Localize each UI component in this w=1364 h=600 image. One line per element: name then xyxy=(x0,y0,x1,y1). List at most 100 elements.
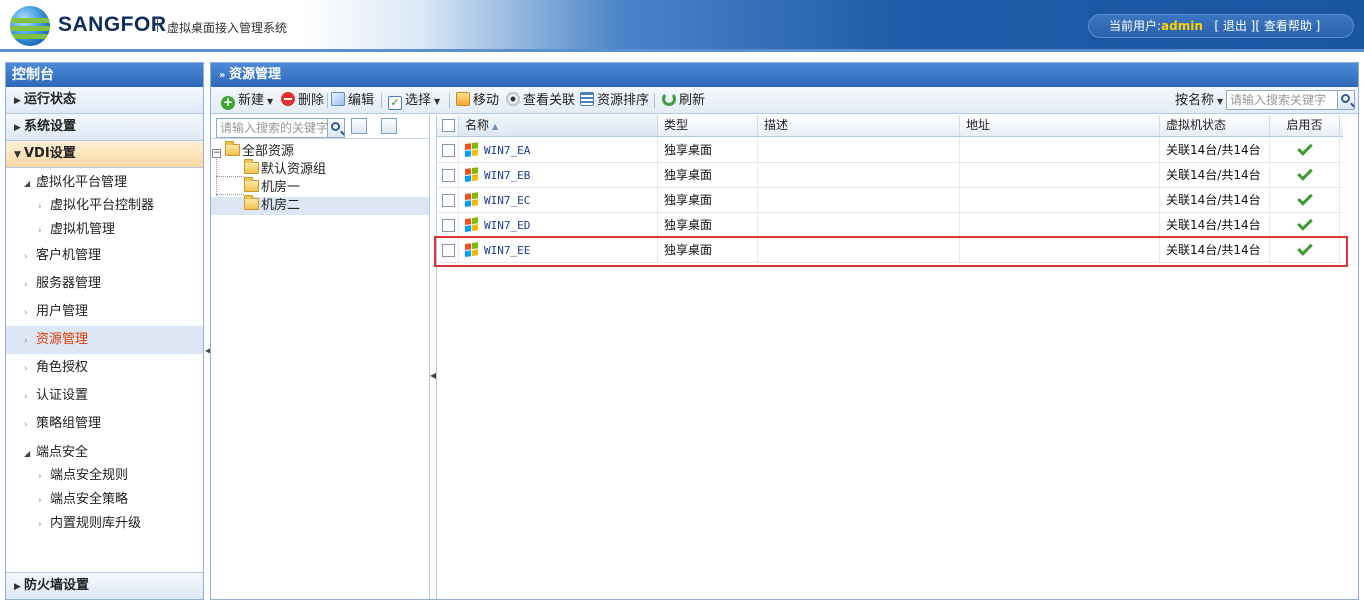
search-field-select[interactable]: 按名称 ▼ xyxy=(1175,92,1223,110)
expand-all-icon[interactable] xyxy=(351,118,367,134)
resource-search-input[interactable]: 请输入搜索关键字 xyxy=(1226,90,1338,110)
nav-builtin-rule-upgrade-label: 内置规则库升级 xyxy=(50,516,142,531)
edit-icon xyxy=(331,92,345,106)
resource-name[interactable]: WIN7_EB xyxy=(484,169,530,182)
nav-vdi-settings[interactable]: ▼ VDI设置 xyxy=(6,141,203,168)
view-association-button[interactable]: 查看关联 xyxy=(506,92,575,110)
column-header-vm-status[interactable]: 虚拟机状态 xyxy=(1160,115,1270,136)
cell-type: 独享桌面 xyxy=(658,163,758,187)
nav-role-auth[interactable]: › 角色授权 xyxy=(6,354,203,382)
expanded-arrow-icon: ◢ xyxy=(24,179,31,188)
column-header-address[interactable]: 地址 xyxy=(960,115,1160,136)
table-row[interactable]: WIN7_ED 独享桌面 关联14台/共14台 xyxy=(437,213,1343,238)
nav-vm-manage[interactable]: › 虚拟机管理 xyxy=(6,218,203,242)
column-header-description[interactable]: 描述 xyxy=(758,115,960,136)
nav-endpoint-policy[interactable]: › 端点安全策略 xyxy=(6,488,203,512)
table-row[interactable]: WIN7_EA 独享桌面 关联14台/共14台 xyxy=(437,138,1343,163)
table-row[interactable]: WIN7_EC 独享桌面 关联14台/共14台 xyxy=(437,188,1343,213)
nav-auth-settings[interactable]: › 认证设置 xyxy=(6,382,203,410)
column-header-name[interactable]: 名称 ▲ xyxy=(459,115,658,136)
dropdown-arrow-icon: ▼ xyxy=(267,97,274,106)
refresh-button[interactable]: 刷新 xyxy=(662,92,705,110)
app-header: SANGFOR 虚拟桌面接入管理系统 当前用户:admin [ 退出 ][ 查看… xyxy=(0,0,1364,52)
plus-icon: + xyxy=(221,95,235,110)
cell-type: 独享桌面 xyxy=(658,188,758,212)
nav-policy-group[interactable]: › 策略组管理 xyxy=(6,410,203,438)
cell-enabled xyxy=(1270,163,1340,187)
sort-ascending-icon: ▲ xyxy=(492,122,499,131)
grid-header: 名称 ▲ 类型 描述 地址 虚拟机状态 启用否 xyxy=(437,115,1343,137)
view-association-label: 查看关联 xyxy=(523,93,576,108)
column-header-type[interactable]: 类型 xyxy=(658,115,758,136)
row-checkbox[interactable] xyxy=(442,169,455,182)
tree-node-room-2[interactable]: 机房二 xyxy=(211,195,429,215)
delete-button[interactable]: 删除 xyxy=(281,92,324,110)
new-button[interactable]: + 新建 ▼ xyxy=(221,92,273,110)
caret-right-icon: ▶ xyxy=(14,123,21,133)
nav-builtin-rule-upgrade[interactable]: › 内置规则库升级 xyxy=(6,512,203,536)
cell-description xyxy=(758,138,960,162)
resource-name[interactable]: WIN7_EA xyxy=(484,144,530,157)
edit-button[interactable]: 编辑 xyxy=(331,92,374,110)
nav-firewall-settings-label: 防火墙设置 xyxy=(24,578,90,593)
row-select-cell xyxy=(437,188,459,212)
dropdown-arrow-icon: ▼ xyxy=(434,97,441,106)
select-all-checkbox[interactable] xyxy=(442,119,455,132)
resource-name[interactable]: WIN7_ED xyxy=(484,219,530,232)
cell-name: WIN7_EC xyxy=(459,188,658,212)
nav-run-status[interactable]: ▶ 运行状态 xyxy=(6,87,203,114)
nav-firewall-settings[interactable]: ▶ 防火墙设置 xyxy=(6,572,203,599)
row-checkbox[interactable] xyxy=(442,219,455,232)
folder-icon xyxy=(244,159,259,174)
folder-icon xyxy=(244,177,259,192)
delete-button-label: 删除 xyxy=(298,93,325,108)
cell-vm-status: 关联14台/共14台 xyxy=(1160,163,1270,187)
tree-node-all-resources[interactable]: − 全部资源 xyxy=(212,141,294,161)
main-panel: » 资源管理 + 新建 ▼ 删除 编辑 ✓ 选择 ▼ 移动 查看关联 资源排序 刷新 按… xyxy=(210,62,1359,600)
chevron-right-icon: › xyxy=(38,202,42,212)
windows-logo-icon xyxy=(465,142,480,158)
cell-name: WIN7_EA xyxy=(459,138,658,162)
collapse-minus-icon[interactable]: − xyxy=(212,149,221,158)
nav-client-manage[interactable]: › 客户机管理 xyxy=(6,242,203,270)
row-checkbox[interactable] xyxy=(442,144,455,157)
chevron-right-icon: › xyxy=(24,280,28,290)
cell-enabled xyxy=(1270,188,1340,212)
tree-search-input[interactable]: 请输入搜索的关键字 xyxy=(216,118,328,138)
chevron-right-icon: › xyxy=(38,226,42,236)
resource-sort-button[interactable]: 资源排序 xyxy=(580,92,649,110)
select-button[interactable]: ✓ 选择 ▼ xyxy=(388,92,440,110)
column-header-enabled[interactable]: 启用否 xyxy=(1270,115,1340,136)
tree-guide-line xyxy=(216,176,244,177)
tree-search-button[interactable] xyxy=(327,118,345,138)
list-view-icon[interactable] xyxy=(381,118,397,134)
help-link[interactable]: [ 查看帮助 ] xyxy=(1255,19,1320,33)
logout-link[interactable]: [ 退出 ] xyxy=(1214,19,1255,33)
resource-grid: 名称 ▲ 类型 描述 地址 虚拟机状态 启用否 WIN7_EA 独享桌面 关联14台/… xyxy=(436,115,1343,599)
chevron-right-icon: › xyxy=(38,472,42,482)
resource-name[interactable]: WIN7_EC xyxy=(484,194,530,207)
windows-logo-icon xyxy=(465,217,480,233)
nav-server-manage[interactable]: › 服务器管理 xyxy=(6,270,203,298)
nav-user-manage[interactable]: › 用户管理 xyxy=(6,298,203,326)
tree-node-label: 默认资源组 xyxy=(261,162,327,177)
tree-node-default-group[interactable]: 默认资源组 xyxy=(244,159,327,179)
chevron-right-icon: › xyxy=(24,252,28,262)
row-checkbox[interactable] xyxy=(442,194,455,207)
nav-system-settings[interactable]: ▶ 系统设置 xyxy=(6,114,203,141)
chevron-right-icon: › xyxy=(24,392,28,402)
cell-address xyxy=(960,213,1160,237)
sangfor-logo-icon xyxy=(10,6,50,46)
nav-bottom: ▶ 防火墙设置 xyxy=(6,572,203,599)
tree-guide-line xyxy=(216,194,244,195)
search-icon xyxy=(1341,94,1350,103)
nav-virtual-platform[interactable]: ◢ 虚拟化平台管理 xyxy=(6,168,203,194)
nav-server-manage-label: 服务器管理 xyxy=(36,276,102,291)
table-row[interactable]: WIN7_EB 独享桌面 关联14台/共14台 xyxy=(437,163,1343,188)
nav-endpoint-security[interactable]: ◢ 端点安全 xyxy=(6,438,203,464)
checkbox-icon: ✓ xyxy=(388,96,402,110)
cell-vm-status: 关联14台/共14台 xyxy=(1160,138,1270,162)
nav-resource-manage[interactable]: › 资源管理 xyxy=(6,326,203,354)
resource-search-button[interactable] xyxy=(1337,90,1355,110)
move-button[interactable]: 移动 xyxy=(456,92,499,110)
